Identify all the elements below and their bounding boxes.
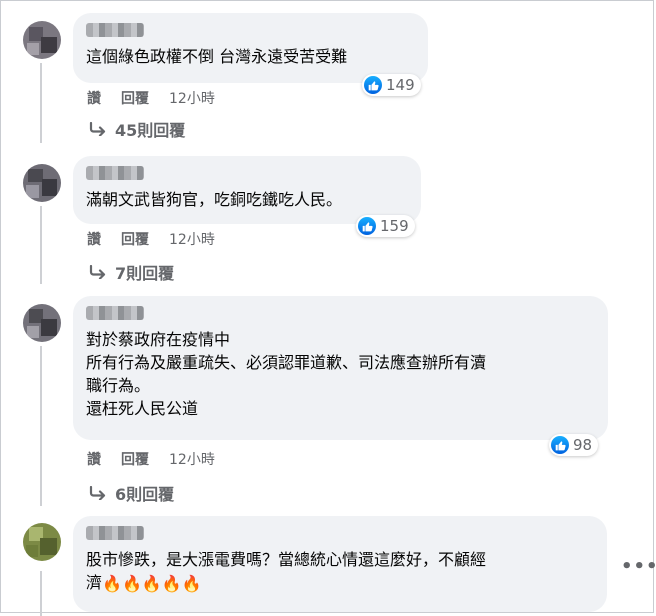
- view-replies-link[interactable]: 6則回覆: [89, 481, 174, 505]
- comment-bubble: 對於蔡政府在疫情中 所有行為及嚴重疏失、必須認罪道歉、司法應查辦所有瀆 職行為。…: [73, 296, 608, 440]
- thread-connector: [40, 63, 42, 143]
- author-name-blurred[interactable]: [86, 526, 144, 540]
- reply-button[interactable]: 回覆: [121, 229, 149, 249]
- view-replies-link[interactable]: 7則回覆: [89, 260, 174, 284]
- reply-arrow-icon: [89, 265, 107, 279]
- comment-thread: 這個綠色政權不倒 台灣永遠受苦受難 149 讚 回覆 12小時 45則回覆 滿朝…: [0, 0, 656, 616]
- timestamp[interactable]: 12小時: [169, 229, 215, 249]
- like-button[interactable]: 讚: [87, 229, 101, 249]
- replies-count: 7則回覆: [115, 264, 175, 283]
- fire-emoji-row: 🔥🔥🔥🔥🔥: [102, 574, 202, 593]
- author-name-blurred[interactable]: [86, 306, 144, 320]
- comment-text: 股市慘跌，是大漲電費嗎？當總統心情還這麼好，不顧經 濟🔥🔥🔥🔥🔥: [86, 548, 593, 595]
- comment-actions: 讚 回覆 12小時: [87, 88, 235, 108]
- comment-bubble: 這個綠色政權不倒 台灣永遠受苦受難: [73, 13, 428, 83]
- reply-button[interactable]: 回覆: [121, 449, 149, 469]
- comment-text: 這個綠色政權不倒 台灣永遠受苦受難: [86, 47, 348, 66]
- comment-actions: 讚 回覆 12小時: [87, 449, 235, 469]
- author-name-blurred[interactable]: [86, 166, 144, 180]
- reaction-count: 149: [386, 76, 415, 94]
- comment-bubble: 滿朝文武皆狗官，吃銅吃鐵吃人民。: [73, 156, 421, 224]
- reply-button[interactable]: 回覆: [121, 88, 149, 108]
- reaction-badge[interactable]: 159: [356, 215, 415, 237]
- reaction-badge[interactable]: 149: [362, 74, 421, 96]
- author-name-blurred[interactable]: [86, 23, 144, 37]
- reaction-badge[interactable]: 98: [549, 434, 599, 456]
- reaction-count: 98: [573, 436, 593, 454]
- avatar[interactable]: [23, 164, 61, 202]
- more-options-icon[interactable]: •••: [621, 556, 656, 577]
- thread-connector: [40, 346, 42, 506]
- reaction-count: 159: [380, 217, 409, 235]
- comment-bubble: 股市慘跌，是大漲電費嗎？當總統心情還這麼好，不顧經 濟🔥🔥🔥🔥🔥: [73, 516, 607, 612]
- replies-count: 45則回覆: [115, 121, 186, 140]
- timestamp[interactable]: 12小時: [169, 88, 215, 108]
- reply-arrow-icon: [89, 486, 107, 500]
- reply-arrow-icon: [89, 122, 107, 136]
- timestamp[interactable]: 12小時: [169, 449, 215, 469]
- comment-text: 滿朝文武皆狗官，吃銅吃鐵吃人民。: [86, 190, 343, 209]
- thread-connector: [40, 571, 42, 616]
- like-button[interactable]: 讚: [87, 449, 101, 469]
- replies-count: 6則回覆: [115, 485, 175, 504]
- thread-connector: [40, 206, 42, 284]
- avatar[interactable]: [23, 304, 61, 342]
- thumbs-up-icon: [551, 436, 569, 454]
- comment-text: 對於蔡政府在疫情中 所有行為及嚴重疏失、必須認罪道歉、司法應查辦所有瀆 職行為。…: [86, 330, 487, 418]
- comment-actions: 讚 回覆 12小時: [87, 229, 235, 249]
- view-replies-link[interactable]: 45則回覆: [89, 117, 185, 141]
- avatar[interactable]: [23, 523, 61, 561]
- avatar[interactable]: [23, 21, 61, 59]
- like-button[interactable]: 讚: [87, 88, 101, 108]
- thumbs-up-icon: [364, 76, 382, 94]
- thumbs-up-icon: [358, 217, 376, 235]
